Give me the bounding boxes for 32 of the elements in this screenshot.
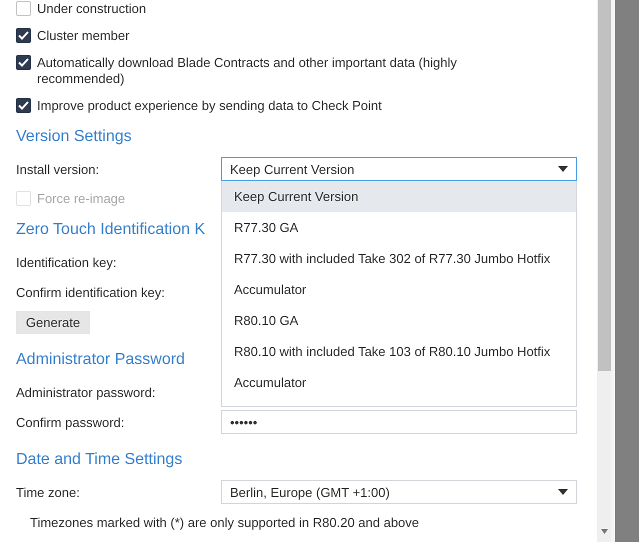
checkbox-label: Cluster member — [37, 28, 130, 44]
note-text: Timezones marked with (*) are only supported in R80.20 and above — [29, 514, 420, 530]
field-label: Install version: — [16, 162, 100, 176]
password-field[interactable]: •••••• — [221, 410, 577, 434]
checkbox[interactable] — [16, 55, 31, 70]
dropdown-option[interactable]: R77.30 GA — [222, 212, 576, 243]
field-label: Confirm password: — [16, 414, 126, 430]
field-label: Identification key: — [16, 254, 118, 270]
checkbox-label: Force re-image — [37, 191, 126, 207]
dropdown-option[interactable]: Keep Current Version — [222, 181, 576, 212]
checkbox-label: Under construction — [37, 1, 146, 17]
caret-icon — [558, 489, 568, 495]
generate-button[interactable]: Generate — [16, 310, 90, 334]
section-heading: Date and Time Settings — [16, 450, 182, 470]
dropdown-option[interactable]: R77.30 with included Take 302 of R77.30 Jumbo Hotfix Accumulator — [222, 243, 576, 305]
section-heading: Administrator Password — [16, 350, 185, 370]
dropdown[interactable]: Berlin, Europe (GMT +1:00) — [221, 480, 577, 504]
scroll-down-icon[interactable] — [601, 529, 608, 534]
caret-icon — [558, 166, 568, 172]
checkbox[interactable] — [16, 98, 31, 113]
dropdown-option[interactable]: R80.10 GA — [222, 305, 576, 336]
dropdown[interactable]: Keep Current Version — [221, 157, 577, 181]
field-label: Confirm identification key: — [16, 284, 166, 300]
section-heading: Version Settings — [16, 127, 132, 147]
field-label: Administrator password: — [16, 384, 156, 400]
checkbox[interactable] — [16, 28, 31, 43]
field-label: Time zone: — [16, 484, 81, 500]
section-heading: Zero Touch Identification K — [16, 220, 206, 240]
dropdown-option[interactable]: R80.10 with included Take 103 of R80.10 Jumbo Hotfix Accumulator — [222, 336, 576, 398]
checkbox-label: Automatically download Blade Contracts and other important data (highly recommended) — [37, 55, 458, 87]
checkbox-label: Improve product experience by sending data to Check Point — [37, 98, 382, 114]
scrollbar-thumb[interactable] — [598, 0, 611, 371]
